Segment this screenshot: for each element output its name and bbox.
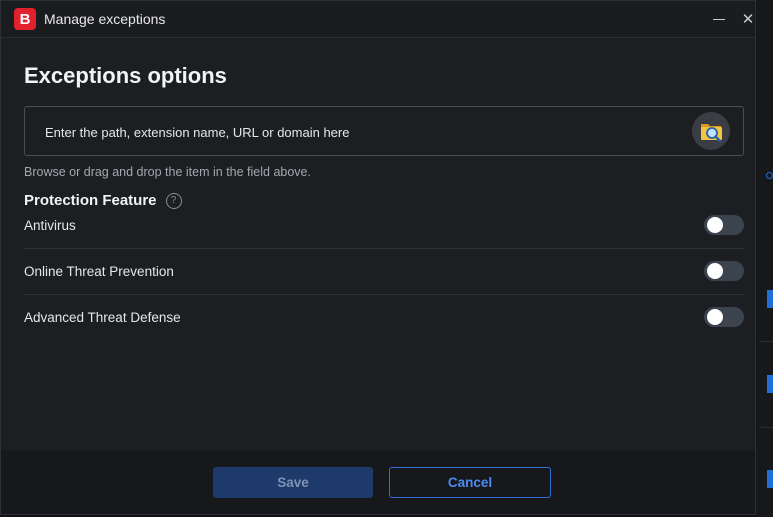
antivirus-toggle[interactable]	[704, 215, 744, 235]
feature-row-advanced-threat-defense: Advanced Threat Defense	[24, 294, 744, 341]
background-accent	[767, 470, 773, 488]
browse-button[interactable]	[692, 112, 730, 150]
save-button[interactable]: Save	[213, 467, 373, 498]
toggle-knob	[707, 309, 723, 325]
minimize-button[interactable]	[707, 7, 731, 31]
minimize-icon	[713, 18, 725, 20]
background-indicator	[766, 172, 773, 179]
path-input[interactable]	[43, 107, 687, 157]
background-divider	[759, 427, 773, 428]
online-threat-prevention-toggle[interactable]	[704, 261, 744, 281]
toggle-knob	[707, 263, 723, 279]
background-accent	[767, 290, 773, 308]
cancel-button[interactable]: Cancel	[389, 467, 551, 498]
feature-row-online-threat-prevention: Online Threat Prevention	[24, 248, 744, 295]
background-divider	[759, 341, 773, 342]
feature-row-antivirus: Antivirus	[24, 202, 744, 248]
bitdefender-logo: B	[14, 8, 36, 30]
title-bar: B Manage exceptions ✕	[1, 1, 755, 38]
close-button[interactable]: ✕	[736, 7, 760, 31]
background-accent	[767, 375, 773, 393]
manage-exceptions-dialog: B Manage exceptions ✕ Exceptions options…	[0, 0, 756, 515]
browse-hint: Browse or drag and drop the item in the …	[24, 165, 311, 179]
window-title: Manage exceptions	[44, 11, 166, 27]
dialog-footer: Save Cancel	[1, 450, 755, 514]
feature-label: Advanced Threat Defense	[24, 310, 181, 325]
toggle-knob	[707, 217, 723, 233]
advanced-threat-defense-toggle[interactable]	[704, 307, 744, 327]
folder-search-icon	[701, 124, 722, 143]
feature-label: Antivirus	[24, 218, 76, 233]
feature-label: Online Threat Prevention	[24, 264, 174, 279]
path-field	[24, 106, 744, 157]
close-icon: ✕	[741, 11, 755, 28]
background-window	[756, 0, 773, 517]
page-title: Exceptions options	[24, 63, 227, 88]
